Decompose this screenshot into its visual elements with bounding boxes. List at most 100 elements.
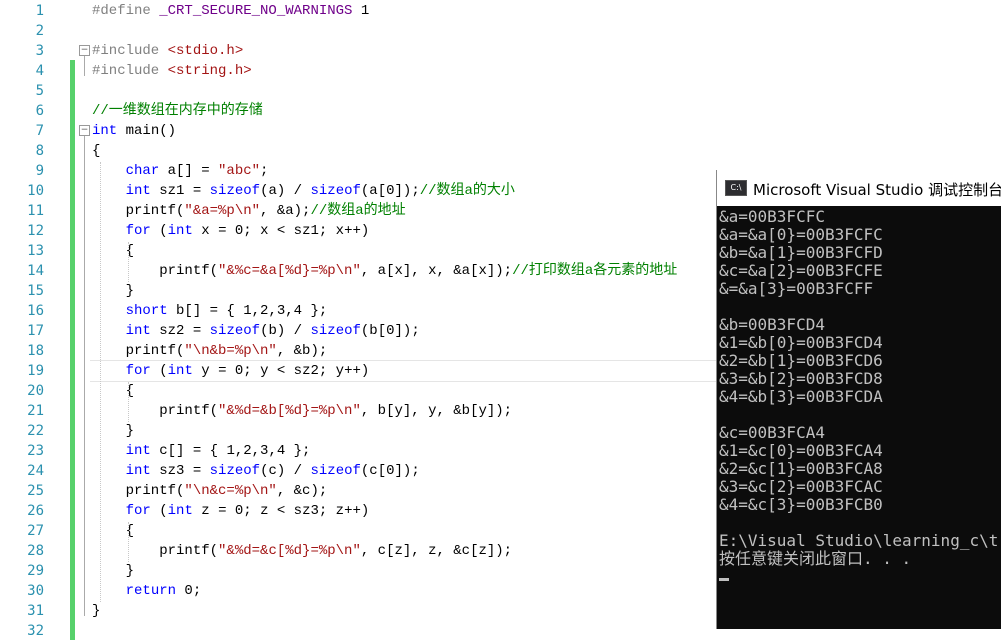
line-number: 22 — [27, 423, 44, 439]
console-line: &2=&b[1}=00B3FCD6 — [719, 351, 883, 370]
code-token: z = 0; z < sz3; z++) — [192, 503, 370, 519]
code-line[interactable]: #include <string.h> — [92, 61, 252, 81]
code-token: //打印数组a各元素的地址 — [512, 263, 678, 279]
line-number: 16 — [27, 303, 44, 319]
code-line[interactable]: int sz2 = sizeof(b) / sizeof(b[0]); — [92, 321, 420, 341]
code-line[interactable]: printf("&%c=&a[%d}=%p\n", a[x], x, &a[x]… — [92, 261, 677, 281]
collapse-toggle-icon[interactable]: − — [79, 45, 90, 56]
code-line[interactable]: printf("&a=%p\n", &a);//数组a的地址 — [92, 201, 406, 221]
code-token: (b) / — [260, 323, 311, 339]
console-line: &c=&a[2}=00B3FCFE — [719, 261, 883, 280]
code-line[interactable]: } — [92, 601, 100, 621]
code-line[interactable]: int sz1 = sizeof(a) / sizeof(a[0]);//数组a… — [92, 181, 515, 201]
code-token: } — [92, 563, 135, 579]
code-line[interactable]: } — [92, 281, 134, 301]
code-token: ; — [260, 163, 269, 179]
code-line[interactable]: //一维数组在内存中的存储 — [92, 101, 263, 121]
code-token: int — [125, 323, 151, 339]
code-line[interactable]: int sz3 = sizeof(c) / sizeof(c[0]); — [92, 461, 420, 481]
code-token: char — [125, 163, 160, 179]
code-token: , a[x], x, &a[x]); — [360, 263, 513, 279]
code-token: //数组a的大小 — [419, 183, 515, 199]
code-token: , b[y], y, &b[y]); — [360, 403, 513, 419]
code-token: printf( — [92, 203, 185, 219]
code-line[interactable]: for (int y = 0; y < sz2; y++) — [92, 361, 370, 381]
debug-console-window[interactable]: C:\ Microsoft Visual Studio 调试控制台 &a=00B… — [716, 170, 1001, 629]
console-line: &3=&c[2}=00B3FCAC — [719, 477, 883, 496]
console-line: &2=&c[1}=00B3FCA8 — [719, 459, 883, 478]
line-number: 13 — [27, 243, 44, 259]
line-number: 10 — [27, 183, 44, 199]
code-line[interactable]: int c[] = { 1,2,3,4 }; — [92, 441, 311, 461]
code-line[interactable]: { — [92, 141, 100, 161]
console-title: Microsoft Visual Studio 调试控制台 — [753, 181, 1001, 199]
code-token: int — [167, 223, 193, 239]
console-app-icon: C:\ — [725, 180, 747, 196]
code-token: sizeof — [209, 183, 261, 199]
code-line[interactable]: printf("&%d=&c[%d}=%p\n", c[z], z, &c[z]… — [92, 541, 512, 561]
code-token: sz3 = — [150, 463, 210, 479]
indent-guide — [100, 162, 101, 602]
line-number: 25 — [27, 483, 44, 499]
line-number: 30 — [27, 583, 44, 599]
line-number: 21 — [27, 403, 44, 419]
line-number: 14 — [27, 263, 44, 279]
code-token: for — [125, 503, 151, 519]
code-token: (c) / — [260, 463, 311, 479]
code-token: ( — [150, 223, 168, 239]
outline-bracket — [84, 136, 85, 616]
code-token: { — [92, 143, 101, 159]
line-number: 4 — [35, 63, 44, 79]
code-line[interactable]: printf("&%d=&b[%d}=%p\n", b[y], y, &b[y]… — [92, 401, 512, 421]
code-line[interactable]: printf("\n&c=%p\n", &c); — [92, 481, 328, 501]
code-line[interactable]: for (int z = 0; z < sz3; z++) — [92, 501, 370, 521]
line-number: 19 — [27, 363, 44, 379]
code-token: for — [125, 223, 151, 239]
code-token: "&%d=&b[%d}=%p\n" — [218, 403, 361, 419]
code-line[interactable]: for (int x = 0; x < sz1; x++) — [92, 221, 370, 241]
code-token: main() — [117, 123, 177, 139]
code-line[interactable]: } — [92, 561, 134, 581]
code-line[interactable]: printf("\n&b=%p\n", &b); — [92, 341, 328, 361]
code-line[interactable]: short b[] = { 1,2,3,4 }; — [92, 301, 328, 321]
collapse-toggle-icon[interactable]: − — [79, 125, 90, 136]
code-line[interactable]: #include <stdio.h> — [92, 41, 243, 61]
code-token: return — [125, 583, 177, 599]
code-token: #include — [92, 43, 168, 59]
code-token: , &c); — [276, 483, 328, 499]
code-token: "\n&c=%p\n" — [184, 483, 277, 499]
code-token: "&%d=&c[%d}=%p\n" — [218, 543, 361, 559]
code-line[interactable]: } — [92, 421, 134, 441]
line-number: 2 — [35, 23, 44, 39]
line-number: 23 — [27, 443, 44, 459]
code-token: "&%c=&a[%d}=%p\n" — [218, 263, 361, 279]
code-token: b[] = { 1,2,3,4 }; — [167, 303, 328, 319]
code-token: "&a=%p\n" — [184, 203, 261, 219]
code-token: //数组a的地址 — [310, 203, 406, 219]
code-line[interactable]: int main() — [92, 121, 176, 141]
code-line[interactable]: char a[] = "abc"; — [92, 161, 269, 181]
console-title-bar[interactable]: C:\ Microsoft Visual Studio 调试控制台 — [717, 170, 1001, 206]
code-token: (a) / — [260, 183, 311, 199]
code-token: int — [125, 443, 151, 459]
line-number: 8 — [35, 143, 44, 159]
code-token: int — [125, 463, 151, 479]
code-token: sz2 = — [150, 323, 210, 339]
code-token: int — [92, 123, 118, 139]
line-number: 12 — [27, 223, 44, 239]
code-token: a[] = — [159, 163, 219, 179]
code-line[interactable]: return 0; — [92, 581, 202, 601]
console-line: &4=&b[3}=00B3FCDA — [719, 387, 883, 406]
code-token: sizeof — [310, 463, 361, 479]
code-line[interactable]: #define _CRT_SECURE_NO_WARNINGS 1 — [92, 1, 369, 21]
console-line: &3=&b[2}=00B3FCD8 — [719, 369, 883, 388]
code-token: printf( — [92, 343, 185, 359]
line-number: 3 — [35, 43, 44, 59]
